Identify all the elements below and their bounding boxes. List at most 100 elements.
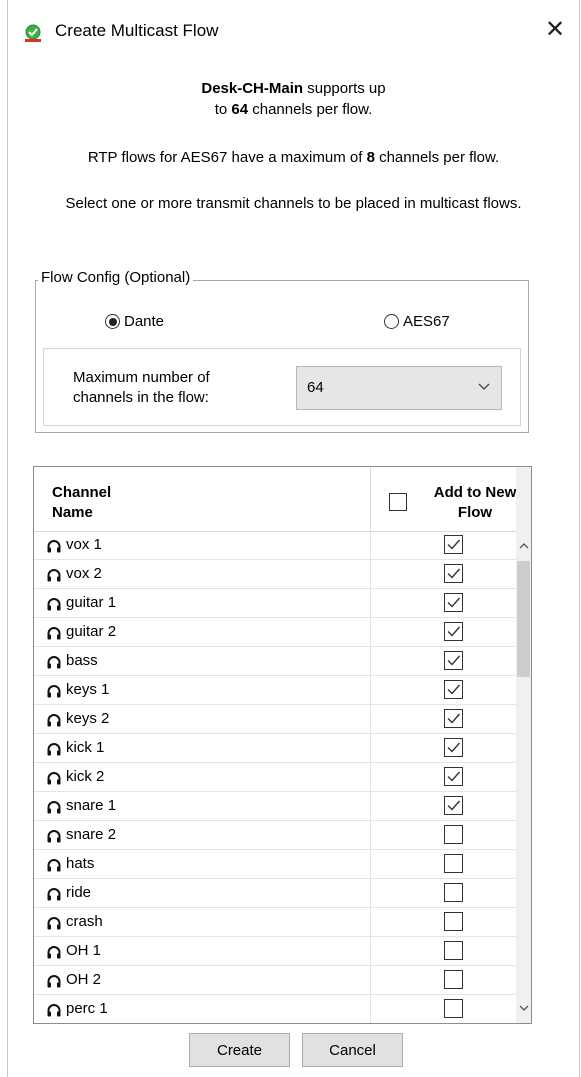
add-to-flow-checkbox[interactable]: [444, 767, 463, 786]
radio-aes67[interactable]: AES67: [384, 313, 450, 330]
table-row[interactable]: hats: [34, 850, 516, 879]
max-channels-select[interactable]: 64: [296, 366, 502, 410]
table-row[interactable]: perc 1: [34, 995, 516, 1023]
table-row[interactable]: guitar 2: [34, 618, 516, 647]
device-capacity-line-2: to 64 channels per flow.: [8, 101, 579, 118]
channel-name: snare 2: [66, 826, 117, 843]
headphones-icon: [46, 770, 62, 786]
table-row[interactable]: snare 1: [34, 792, 516, 821]
add-to-flow-checkbox[interactable]: [444, 622, 463, 641]
capacity-text-c: channels per flow.: [248, 101, 373, 118]
app-check-icon: [24, 24, 42, 42]
channel-name: keys 1: [66, 681, 110, 698]
add-to-flow-checkbox[interactable]: [444, 999, 463, 1018]
max-channels-value: 64: [307, 379, 324, 396]
headphones-icon: [46, 596, 62, 612]
max-channels-count: 64: [231, 101, 249, 118]
table-row[interactable]: guitar 1: [34, 589, 516, 618]
add-to-flow-checkbox[interactable]: [444, 854, 463, 873]
add-to-flow-checkbox[interactable]: [444, 680, 463, 699]
headphones-icon: [46, 944, 62, 960]
capacity-text-a: supports up: [303, 80, 386, 97]
add-to-flow-checkbox[interactable]: [444, 535, 463, 554]
table-row[interactable]: keys 2: [34, 705, 516, 734]
device-capacity-line-1: Desk-CH-Main supports up: [8, 80, 579, 97]
table-row[interactable]: snare 2: [34, 821, 516, 850]
add-to-flow-checkbox[interactable]: [444, 564, 463, 583]
table-row[interactable]: keys 1: [34, 676, 516, 705]
add-to-flow-checkbox[interactable]: [444, 825, 463, 844]
add-to-flow-checkbox[interactable]: [444, 883, 463, 902]
vertical-scrollbar[interactable]: [516, 531, 531, 1023]
radio-dante[interactable]: Dante: [105, 313, 164, 330]
headphones-icon: [46, 741, 62, 757]
add-to-flow-checkbox[interactable]: [444, 651, 463, 670]
aes67-text-a: RTP flows for AES67 have a maximum of: [87, 149, 367, 166]
table-row[interactable]: kick 1: [34, 734, 516, 763]
headphones-icon: [46, 1002, 62, 1018]
aes67-max-count: 8: [366, 149, 375, 166]
table-row[interactable]: kick 2: [34, 763, 516, 792]
channel-name: OH 1: [66, 942, 102, 959]
close-button[interactable]: ✕: [541, 16, 569, 44]
capacity-text-b: to: [214, 101, 232, 118]
channel-name: perc 1: [66, 1000, 108, 1017]
headphones-icon: [46, 915, 62, 931]
headphones-icon: [46, 886, 62, 902]
cancel-button[interactable]: Cancel: [302, 1033, 403, 1067]
radio-aes67-label: AES67: [403, 313, 450, 330]
add-to-flow-checkbox[interactable]: [444, 709, 463, 728]
channel-name: snare 1: [66, 797, 117, 814]
flow-config-legend: Flow Config (Optional): [38, 269, 194, 286]
headphones-icon: [46, 828, 62, 844]
channel-name: kick 1: [66, 739, 105, 756]
headphones-icon: [46, 973, 62, 989]
scroll-up-icon[interactable]: [516, 531, 531, 561]
table-row[interactable]: OH 2: [34, 966, 516, 995]
headphones-icon: [46, 567, 62, 583]
table-row[interactable]: vox 2: [34, 560, 516, 589]
table-row[interactable]: OH 1: [34, 937, 516, 966]
aes67-text-b: channels per flow.: [374, 149, 500, 166]
scrollbar-thumb[interactable]: [517, 561, 530, 677]
table-row[interactable]: crash: [34, 908, 516, 937]
col-add-to-new-flow: Add to New Flow: [433, 484, 517, 521]
headphones-icon: [46, 712, 62, 728]
radio-dante-label: Dante: [124, 313, 165, 330]
headphones-icon: [46, 625, 62, 641]
headphones-icon: [46, 683, 62, 699]
table-row[interactable]: bass: [34, 647, 516, 676]
title-bar: Create Multicast Flow ✕: [8, 0, 579, 64]
window-title: Create Multicast Flow: [55, 21, 219, 40]
channel-name: hats: [66, 855, 95, 872]
channel-name: vox 2: [66, 565, 102, 582]
add-to-flow-checkbox[interactable]: [444, 593, 463, 612]
max-channels-label: Maximum number of channels in the flow:: [73, 369, 210, 406]
select-all-checkbox[interactable]: [389, 493, 407, 511]
channel-name: guitar 2: [66, 623, 117, 640]
create-button[interactable]: Create: [189, 1033, 290, 1067]
headphones-icon: [46, 857, 62, 873]
add-to-flow-checkbox[interactable]: [444, 941, 463, 960]
add-to-flow-checkbox[interactable]: [444, 796, 463, 815]
channel-name: kick 2: [66, 768, 105, 785]
table-header: Channel Name Add to New Flow: [34, 467, 516, 532]
channel-name: crash: [66, 913, 103, 930]
table-row[interactable]: vox 1: [34, 531, 516, 560]
scroll-down-icon[interactable]: [516, 993, 531, 1023]
channel-table: Channel Name Add to New Flow vox 1 vox 2 g…: [33, 466, 532, 1024]
chevron-down-icon: [477, 379, 491, 393]
channel-name: guitar 1: [66, 594, 117, 611]
add-to-flow-checkbox[interactable]: [444, 970, 463, 989]
headphones-icon: [46, 654, 62, 670]
device-name: Desk-CH-Main: [201, 80, 304, 97]
aes67-limit-text: RTP flows for AES67 have a maximum of 8 …: [8, 149, 579, 166]
headphones-icon: [46, 799, 62, 815]
headphones-icon: [46, 538, 62, 554]
channel-name: keys 2: [66, 710, 110, 727]
add-to-flow-checkbox[interactable]: [444, 738, 463, 757]
table-row[interactable]: ride: [34, 879, 516, 908]
col-channel-name: Channel Name: [52, 484, 112, 521]
radio-dante-indicator: [105, 314, 120, 329]
add-to-flow-checkbox[interactable]: [444, 912, 463, 931]
